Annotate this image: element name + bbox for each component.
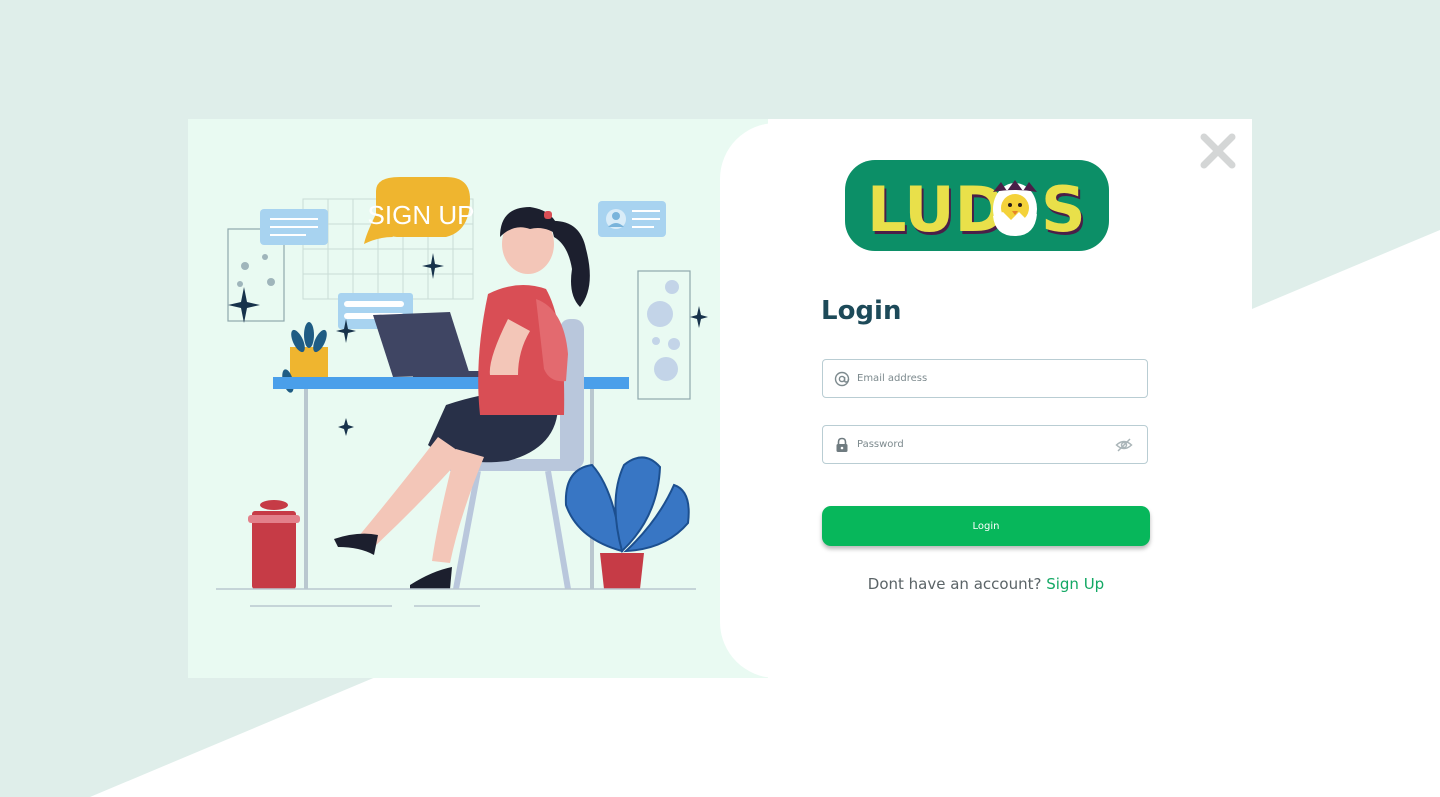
illustration-panel: SIGN UP xyxy=(188,119,768,678)
at-sign-icon xyxy=(834,371,850,387)
close-icon xyxy=(1200,133,1236,169)
email-field[interactable] xyxy=(822,359,1148,398)
signup-illustration: SIGN UP xyxy=(216,177,708,607)
logo-text-right: S xyxy=(1041,173,1086,246)
logo-text-left: LUD xyxy=(867,173,1006,246)
email-input[interactable] xyxy=(857,366,1097,391)
signup-prompt-text: Dont have an account? xyxy=(867,575,1042,593)
close-button[interactable] xyxy=(1196,129,1240,173)
signup-prompt: Dont have an account? Sign Up xyxy=(822,575,1150,593)
signup-bubble-text: SIGN UP xyxy=(368,200,475,230)
login-modal: SIGN UP LUD LUD S S Login Email address … xyxy=(188,119,1252,678)
password-field[interactable] xyxy=(822,425,1148,464)
signup-link[interactable]: Sign Up xyxy=(1046,575,1104,593)
page-title: Login xyxy=(821,296,902,326)
ludos-logo: LUD LUD S S xyxy=(845,160,1109,251)
login-button[interactable]: Login xyxy=(822,506,1150,546)
password-input[interactable] xyxy=(857,432,1097,457)
eye-off-icon[interactable] xyxy=(1115,437,1133,453)
lock-icon xyxy=(836,437,848,452)
